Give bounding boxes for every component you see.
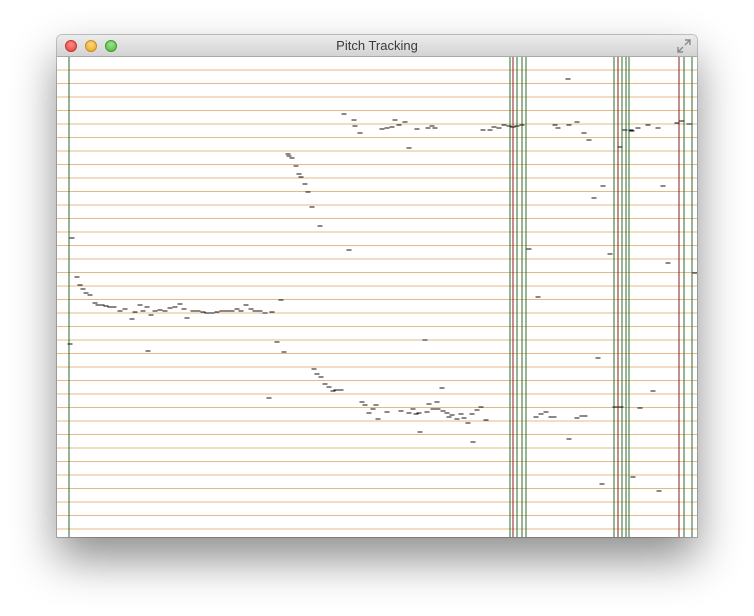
pitch-grid-lines <box>57 69 697 530</box>
window-title: Pitch Tracking <box>336 38 418 53</box>
pitch-tracking-canvas[interactable] <box>57 57 697 537</box>
app-window: Pitch Tracking <box>57 35 697 537</box>
title-bar[interactable]: Pitch Tracking <box>57 35 697 57</box>
fullscreen-icon[interactable] <box>677 39 691 53</box>
pitch-plot <box>57 57 697 537</box>
pitch-points <box>67 78 697 492</box>
